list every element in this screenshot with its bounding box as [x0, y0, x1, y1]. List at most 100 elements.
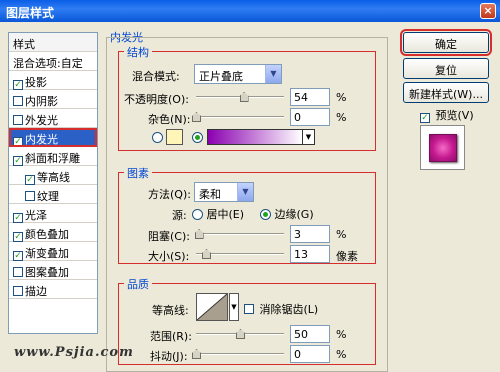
checkbox-satin[interactable] [13, 213, 23, 223]
style-item-outer-glow[interactable]: 外发光 [9, 109, 97, 128]
checkbox-bevel-emboss[interactable] [13, 156, 23, 166]
style-item-label: 内发光 [25, 133, 58, 146]
opacity-slider-thumb[interactable] [239, 92, 249, 102]
reset-button[interactable]: 复位 [403, 58, 489, 79]
style-item-color-overlay[interactable]: 颜色叠加 [9, 223, 97, 242]
checkbox-texture[interactable] [25, 191, 35, 201]
source-edge-option[interactable]: 边缘(G) [260, 206, 314, 222]
size-unit: 像素 [336, 250, 358, 263]
preview-thumbnail [429, 134, 457, 162]
noise-input[interactable]: 0 [290, 108, 330, 126]
chevron-down-icon: ▼ [237, 183, 253, 201]
antialias-label: 消除锯齿(L) [259, 303, 319, 316]
window-title: 图层样式 [6, 6, 55, 20]
checkbox-inner-shadow[interactable] [13, 96, 23, 106]
checkbox-contour[interactable] [25, 175, 35, 185]
range-slider-thumb[interactable] [236, 329, 245, 339]
solid-color-radio[interactable] [152, 132, 163, 143]
window-title-bar: 图层样式 × [0, 0, 500, 22]
checkbox-inner-glow[interactable] [13, 137, 23, 147]
contour-label: 等高线: [152, 304, 189, 317]
style-item-label: 外发光 [25, 114, 58, 127]
size-slider[interactable] [196, 248, 284, 260]
style-item-inner-glow[interactable]: 内发光 [9, 128, 97, 147]
choke-input[interactable]: 3 [290, 225, 330, 243]
size-input[interactable]: 13 [290, 245, 330, 263]
source-label: 源: [172, 209, 187, 222]
choke-label: 阻塞(C): [148, 230, 190, 243]
style-item-drop-shadow[interactable]: 投影 [9, 71, 97, 90]
range-slider[interactable] [196, 328, 284, 340]
jitter-label: 抖动(J): [150, 350, 188, 363]
source-edge-radio[interactable] [260, 209, 271, 220]
opacity-label: 不透明度(O): [124, 93, 189, 106]
style-item-texture[interactable]: 纹理 [9, 185, 97, 204]
source-center-option[interactable]: 居中(E) [192, 206, 244, 222]
blend-mode-value: 正片叠底 [199, 70, 243, 83]
contour-picker[interactable] [196, 293, 228, 321]
chevron-down-icon[interactable]: ▼ [302, 130, 314, 144]
chevron-down-icon: ▼ [265, 65, 281, 83]
opacity-slider[interactable] [196, 91, 284, 103]
choke-slider[interactable] [194, 228, 284, 240]
chevron-down-icon[interactable]: ▼ [229, 293, 239, 321]
style-item-pattern-overlay[interactable]: 图案叠加 [9, 261, 97, 280]
glow-color-swatch[interactable] [166, 129, 183, 145]
jitter-slider[interactable] [192, 348, 284, 360]
antialias-checkbox[interactable] [244, 304, 254, 314]
gradient-radio[interactable] [192, 132, 203, 143]
gradient-preview [208, 130, 302, 144]
checkbox-outer-glow[interactable] [13, 115, 23, 125]
noise-label: 杂色(N): [148, 113, 191, 126]
style-item-gradient-overlay[interactable]: 渐变叠加 [9, 242, 97, 261]
style-item-label: 渐变叠加 [25, 247, 69, 260]
ok-button[interactable]: 确定 [400, 29, 492, 56]
close-icon[interactable]: × [480, 3, 496, 19]
contour-curve-icon [196, 293, 228, 321]
style-item-stroke[interactable]: 描边 [9, 280, 97, 299]
source-edge-label: 边缘(G) [274, 208, 314, 221]
checkbox-gradient-overlay[interactable] [13, 251, 23, 261]
style-item-label: 描边 [25, 285, 47, 298]
preview-option[interactable]: 预览(V) [420, 107, 474, 123]
blend-mode-select[interactable]: 正片叠底 ▼ [194, 64, 282, 84]
style-item-label: 内阴影 [25, 95, 58, 108]
checkbox-drop-shadow[interactable] [13, 80, 23, 90]
gradient-picker[interactable]: ▼ [207, 129, 315, 145]
jitter-input[interactable]: 0 [290, 345, 330, 363]
checkbox-stroke[interactable] [13, 286, 23, 296]
style-item-inner-shadow[interactable]: 内阴影 [9, 90, 97, 109]
source-center-label: 居中(E) [206, 208, 245, 221]
checkbox-color-overlay[interactable] [13, 232, 23, 242]
size-slider-thumb[interactable] [202, 249, 211, 259]
style-item-bevel-emboss[interactable]: 斜面和浮雕 [9, 147, 97, 166]
blend-options-item[interactable]: 混合选项:自定 [9, 52, 97, 71]
size-label: 大小(S): [148, 250, 190, 263]
preview-swatch [420, 125, 465, 170]
structure-legend: 结构 [124, 44, 152, 60]
noise-slider[interactable] [192, 111, 284, 123]
noise-unit: % [336, 111, 347, 124]
choke-unit: % [336, 228, 347, 241]
style-item-label: 光泽 [25, 209, 47, 222]
method-select[interactable]: 柔和 ▼ [194, 182, 254, 202]
style-item-contour[interactable]: 等高线 [9, 166, 97, 185]
style-item-satin[interactable]: 光泽 [9, 204, 97, 223]
method-value: 柔和 [199, 188, 221, 201]
elements-legend: 图素 [124, 165, 152, 181]
range-unit: % [336, 328, 347, 341]
source-center-radio[interactable] [192, 209, 203, 220]
style-item-label: 斜面和浮雕 [25, 152, 80, 165]
new-style-button[interactable]: 新建样式(W)... [403, 82, 489, 103]
watermark: www.Psjia.com [14, 345, 134, 360]
range-input[interactable]: 50 [290, 325, 330, 343]
preview-checkbox[interactable] [420, 113, 430, 123]
checkbox-pattern-overlay[interactable] [13, 267, 23, 277]
preview-label: 预览(V) [435, 109, 474, 122]
antialias-option[interactable]: 消除锯齿(L) [244, 301, 318, 317]
style-item-label: 图案叠加 [25, 266, 69, 279]
blend-mode-label: 混合模式: [132, 70, 180, 83]
choke-slider-thumb[interactable] [194, 229, 204, 239]
opacity-input[interactable]: 54 [290, 88, 330, 106]
method-label: 方法(Q): [148, 188, 191, 201]
